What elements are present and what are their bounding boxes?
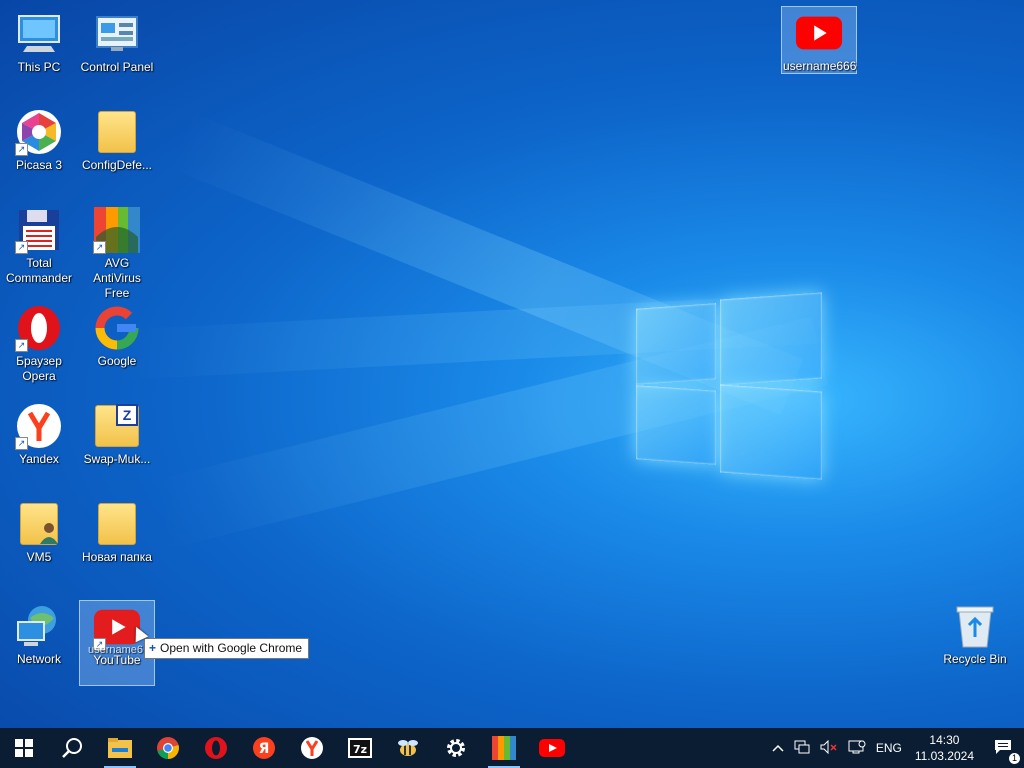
network-tray-icon [794, 740, 810, 753]
desktop-icon-label: Yandex [19, 452, 59, 466]
desktop-icon-new-folder[interactable]: Новая папка [79, 498, 155, 584]
tooltip-text: Open with Google Chrome [160, 641, 303, 655]
taskbar-bee-app[interactable] [384, 728, 432, 768]
opera-icon: ↗ [15, 304, 63, 352]
desktop-icon-label: Total Commander [5, 256, 73, 285]
start-icon [15, 739, 33, 757]
taskbar-7zip[interactable]: 7z [336, 728, 384, 768]
display-tray-icon [848, 740, 866, 753]
taskbar-avg[interactable] [480, 728, 528, 768]
desktop-icon-network[interactable]: Network [1, 600, 77, 686]
picasa-icon: ↗ [15, 108, 63, 156]
desktop-icon-vm5[interactable]: VM5 [1, 498, 77, 584]
shortcut-arrow-icon: ↗ [93, 241, 106, 254]
desktop-icon-label: Picasa 3 [15, 158, 63, 172]
google-icon [93, 304, 141, 352]
avg-icon [492, 736, 516, 760]
zip-folder-icon: Z [93, 402, 141, 450]
shortcut-arrow-icon: ↗ [15, 437, 28, 450]
desktop-icon-google[interactable]: Google [79, 302, 155, 388]
desktop-icon-username666[interactable]: username666 [781, 6, 857, 74]
plus-icon: + [149, 641, 157, 655]
desktop-icon-label: ConfigDefe... [81, 158, 153, 172]
volume-muted-icon [820, 739, 837, 754]
desktop-icon-recycle-bin[interactable]: Recycle Bin [937, 600, 1013, 686]
desktop-icon-label: Swap-Muk... [83, 452, 151, 466]
taskbar-yandex-browser[interactable] [288, 728, 336, 768]
bee-icon [398, 740, 418, 756]
file-explorer-icon [108, 738, 132, 758]
clock-time: 14:30 [929, 733, 960, 747]
youtube-icon [795, 9, 843, 57]
chevron-up-icon [772, 744, 784, 752]
desktop-icon-label: VM5 [26, 550, 52, 564]
computer-icon [15, 10, 63, 58]
chrome-icon [157, 737, 179, 759]
clock[interactable]: 14:30 11.03.2024 [907, 732, 982, 764]
system-tray: ENG 14:30 11.03.2024 1 [767, 728, 1024, 768]
desktop-icon-label: Браузер Opera [16, 354, 62, 383]
taskbar-file-explorer[interactable] [96, 728, 144, 768]
notification-count-badge: 1 [1008, 752, 1020, 764]
yandex-browser-icon [301, 737, 323, 759]
desktop-icon-label: Новая папка [82, 550, 152, 564]
desktop-icon-this-pc[interactable]: This PC [1, 8, 77, 94]
shortcut-arrow-icon: ↗ [15, 143, 28, 156]
search-button[interactable] [48, 728, 96, 768]
tray-network-button[interactable] [789, 740, 815, 757]
tray-volume-button[interactable] [815, 739, 843, 757]
desktop-icon-yandex[interactable]: ↗ Yandex [1, 400, 77, 486]
desktop-icon-label: Google [97, 354, 137, 368]
clock-date: 11.03.2024 [914, 749, 974, 763]
show-hidden-icons-button[interactable] [767, 741, 789, 755]
yandex-icon: ↗ [15, 402, 63, 450]
action-center-button[interactable]: 1 [982, 739, 1024, 764]
folder-icon [93, 500, 141, 548]
search-icon [62, 738, 82, 758]
shortcut-arrow-icon: ↗ [15, 339, 28, 352]
svg-text:7z: 7z [353, 743, 367, 756]
desktop-icon-configdefe[interactable]: ConfigDefe... [79, 106, 155, 192]
control-panel-icon [93, 10, 141, 58]
recycle-bin-icon [951, 602, 999, 650]
tray-security-button[interactable] [843, 740, 871, 757]
notification-icon [995, 739, 1011, 754]
taskbar: Я 7z ENG 14:30 11.03.2024 1 [0, 728, 1024, 768]
user-folder-icon [15, 500, 63, 548]
desktop-icon-label: Network [16, 652, 61, 666]
settings-icon [447, 739, 465, 757]
desktop-icon-total-commander[interactable]: ↗ Total Commander [1, 204, 77, 290]
drag-ghost-label: username6 [88, 644, 144, 656]
floppy-icon: ↗ [15, 206, 63, 254]
folder-icon [93, 108, 141, 156]
taskbar-yandex[interactable]: Я [240, 728, 288, 768]
avg-icon: ↗ [93, 206, 141, 254]
taskbar-settings[interactable] [432, 728, 480, 768]
svg-text:Я: Я [259, 741, 270, 757]
7zip-icon: 7z [348, 738, 372, 758]
desktop-icon-label: This PC [17, 60, 61, 74]
taskbar-youtube[interactable] [528, 728, 576, 768]
desktop-icon-label: Control Panel [80, 60, 154, 74]
taskbar-chrome[interactable] [144, 728, 192, 768]
desktop-icon-label: AVG AntiVirus Free [93, 256, 141, 300]
start-button[interactable] [0, 728, 48, 768]
desktop-icon-picasa[interactable]: ↗ Picasa 3 [1, 106, 77, 192]
desktop-icon-swap-muk[interactable]: Z Swap-Muk... [79, 400, 155, 486]
opera-icon [205, 737, 227, 759]
yandex-icon: Я [253, 737, 275, 759]
shortcut-arrow-icon: ↗ [15, 241, 28, 254]
desktop-icon-avg[interactable]: ↗ AVG AntiVirus Free [79, 204, 155, 300]
desktop-icon-label: Recycle Bin [943, 652, 1007, 666]
network-icon [15, 602, 63, 650]
youtube-icon [539, 739, 565, 757]
windows-logo-wallpaper [636, 290, 822, 480]
desktop-icon-control-panel[interactable]: Control Panel [79, 8, 155, 94]
desktop-icon-opera[interactable]: ↗ Браузер Opera [1, 302, 77, 388]
desktop-icon-label: username666 [783, 59, 857, 73]
language-indicator[interactable]: ENG [871, 741, 907, 755]
taskbar-opera[interactable] [192, 728, 240, 768]
drag-tooltip: + Open with Google Chrome [144, 638, 310, 659]
